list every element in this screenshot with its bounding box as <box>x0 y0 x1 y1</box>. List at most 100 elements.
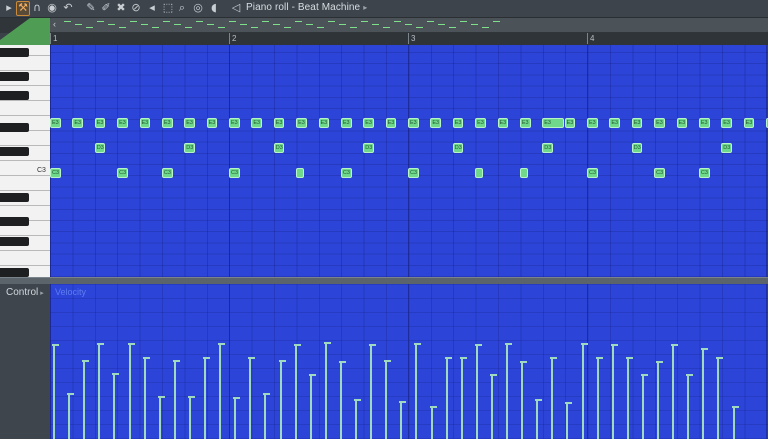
velocity-handle[interactable] <box>625 357 633 360</box>
speaker-icon[interactable]: ◖ <box>208 2 220 14</box>
velocity-stem[interactable] <box>370 344 373 439</box>
black-key[interactable] <box>0 123 29 132</box>
note-e3[interactable]: E3 <box>587 118 598 128</box>
note-c3[interactable]: C3 <box>587 168 598 178</box>
velocity-handle[interactable] <box>293 344 301 347</box>
pattern-overview-strip[interactable]: ‹ <box>50 18 768 32</box>
note-e3[interactable]: E3 <box>564 118 576 128</box>
velocity-stem[interactable] <box>596 357 599 439</box>
note-e3[interactable]: E3 <box>676 118 688 128</box>
velocity-stem[interactable] <box>264 392 267 439</box>
velocity-handle[interactable] <box>505 342 512 345</box>
velocity-stem[interactable] <box>53 344 55 439</box>
velocity-stem[interactable] <box>475 344 478 439</box>
paint-icon[interactable]: ✐ <box>100 2 112 14</box>
black-key[interactable] <box>0 48 29 57</box>
note-e3[interactable]: E3 <box>94 118 106 128</box>
velocity-handle[interactable] <box>52 344 59 347</box>
velocity-handle[interactable] <box>656 361 663 364</box>
black-key[interactable] <box>0 147 29 156</box>
velocity-handle[interactable] <box>278 359 286 362</box>
velocity-stem[interactable] <box>611 344 614 439</box>
slice-icon[interactable]: ◂ <box>146 2 158 14</box>
velocity-stem[interactable] <box>551 357 554 439</box>
velocity-stem[interactable] <box>113 373 116 439</box>
velocity-stem[interactable] <box>339 361 342 439</box>
note-e3[interactable]: E3 <box>206 118 218 128</box>
black-key[interactable] <box>0 217 29 226</box>
note-e3[interactable]: E3 <box>50 118 61 128</box>
note-e3[interactable]: E3 <box>72 118 84 128</box>
velocity-grid[interactable]: Velocity <box>50 284 768 439</box>
note-d3[interactable]: D3 <box>94 143 106 153</box>
note-e3[interactable]: E3 <box>609 118 621 128</box>
velocity-handle[interactable] <box>82 359 90 362</box>
velocity-handle[interactable] <box>248 357 256 360</box>
velocity-stem[interactable] <box>672 344 675 439</box>
note-e3[interactable]: E3 <box>318 118 330 128</box>
velocity-handle[interactable] <box>701 348 709 351</box>
velocity-stem[interactable] <box>490 374 493 439</box>
note-c3[interactable]: C3 <box>229 168 240 178</box>
note-e3[interactable]: E3 <box>743 118 755 128</box>
note-c3[interactable] <box>519 168 528 178</box>
note-e3[interactable]: E3 <box>340 118 352 128</box>
note-e3[interactable]: E3 <box>631 118 643 128</box>
velocity-handle[interactable] <box>686 374 694 377</box>
velocity-handle[interactable] <box>610 344 618 347</box>
velocity-handle[interactable] <box>535 399 543 402</box>
note-e3[interactable]: E3 <box>139 118 151 128</box>
note-c3[interactable]: C3 <box>408 168 419 178</box>
velocity-stem[interactable] <box>294 344 297 439</box>
velocity-handle[interactable] <box>474 344 482 347</box>
note-e3[interactable]: E3 <box>698 118 710 128</box>
note-c3[interactable] <box>296 168 305 178</box>
black-key[interactable] <box>0 193 29 202</box>
velocity-stem[interactable] <box>128 342 131 439</box>
velocity-handle[interactable] <box>444 357 452 360</box>
note-e3[interactable]: E3 <box>475 118 486 128</box>
velocity-stem[interactable] <box>68 392 71 439</box>
note-d3[interactable]: D3 <box>273 143 285 153</box>
velocity-handle[interactable] <box>414 342 422 345</box>
velocity-handle[interactable] <box>595 357 603 360</box>
velocity-handle[interactable] <box>218 342 226 345</box>
velocity-stem[interactable] <box>234 396 237 439</box>
velocity-stem[interactable] <box>173 359 176 439</box>
note-e3[interactable]: E3 <box>721 118 732 128</box>
velocity-handle[interactable] <box>127 342 135 345</box>
wrench-icon[interactable]: ⚒ <box>16 1 30 16</box>
velocity-stem[interactable] <box>445 357 448 439</box>
velocity-stem[interactable] <box>415 342 418 439</box>
velocity-handle[interactable] <box>550 357 558 360</box>
note-d3[interactable]: D3 <box>452 143 464 153</box>
velocity-handle[interactable] <box>187 395 195 398</box>
velocity-handle[interactable] <box>429 406 437 409</box>
velocity-handle[interactable] <box>716 357 724 360</box>
zoom-icon[interactable]: ⌕ <box>176 2 188 14</box>
mute-icon[interactable]: ⊘ <box>130 2 142 14</box>
velocity-stem[interactable] <box>641 374 644 439</box>
velocity-handle[interactable] <box>308 374 316 377</box>
magnet-icon[interactable]: ∩ <box>31 2 43 14</box>
note-c3[interactable] <box>475 168 484 178</box>
note-e3[interactable]: E3 <box>184 118 195 128</box>
velocity-handle[interactable] <box>263 392 271 395</box>
note-e3[interactable]: E3 <box>296 118 307 128</box>
pencil-icon[interactable]: ✎ <box>85 2 97 14</box>
velocity-stem[interactable] <box>249 357 252 439</box>
undo-icon[interactable]: ↶ <box>62 2 74 14</box>
note-d3[interactable]: D3 <box>631 143 643 153</box>
control-dropdown[interactable]: Control ▸ <box>6 287 44 298</box>
velocity-stem[interactable] <box>188 395 191 439</box>
velocity-handle[interactable] <box>369 344 377 347</box>
velocity-handle[interactable] <box>731 406 739 409</box>
velocity-handle[interactable] <box>142 357 150 360</box>
note-e3[interactable]: E3 <box>363 118 374 128</box>
black-key[interactable] <box>0 237 29 246</box>
velocity-handle[interactable] <box>323 341 331 344</box>
window-title[interactable]: Piano roll - Beat Machine ▸ <box>246 2 367 13</box>
velocity-stem[interactable] <box>324 341 327 439</box>
velocity-handle[interactable] <box>580 342 588 345</box>
velocity-stem[interactable] <box>626 357 629 439</box>
